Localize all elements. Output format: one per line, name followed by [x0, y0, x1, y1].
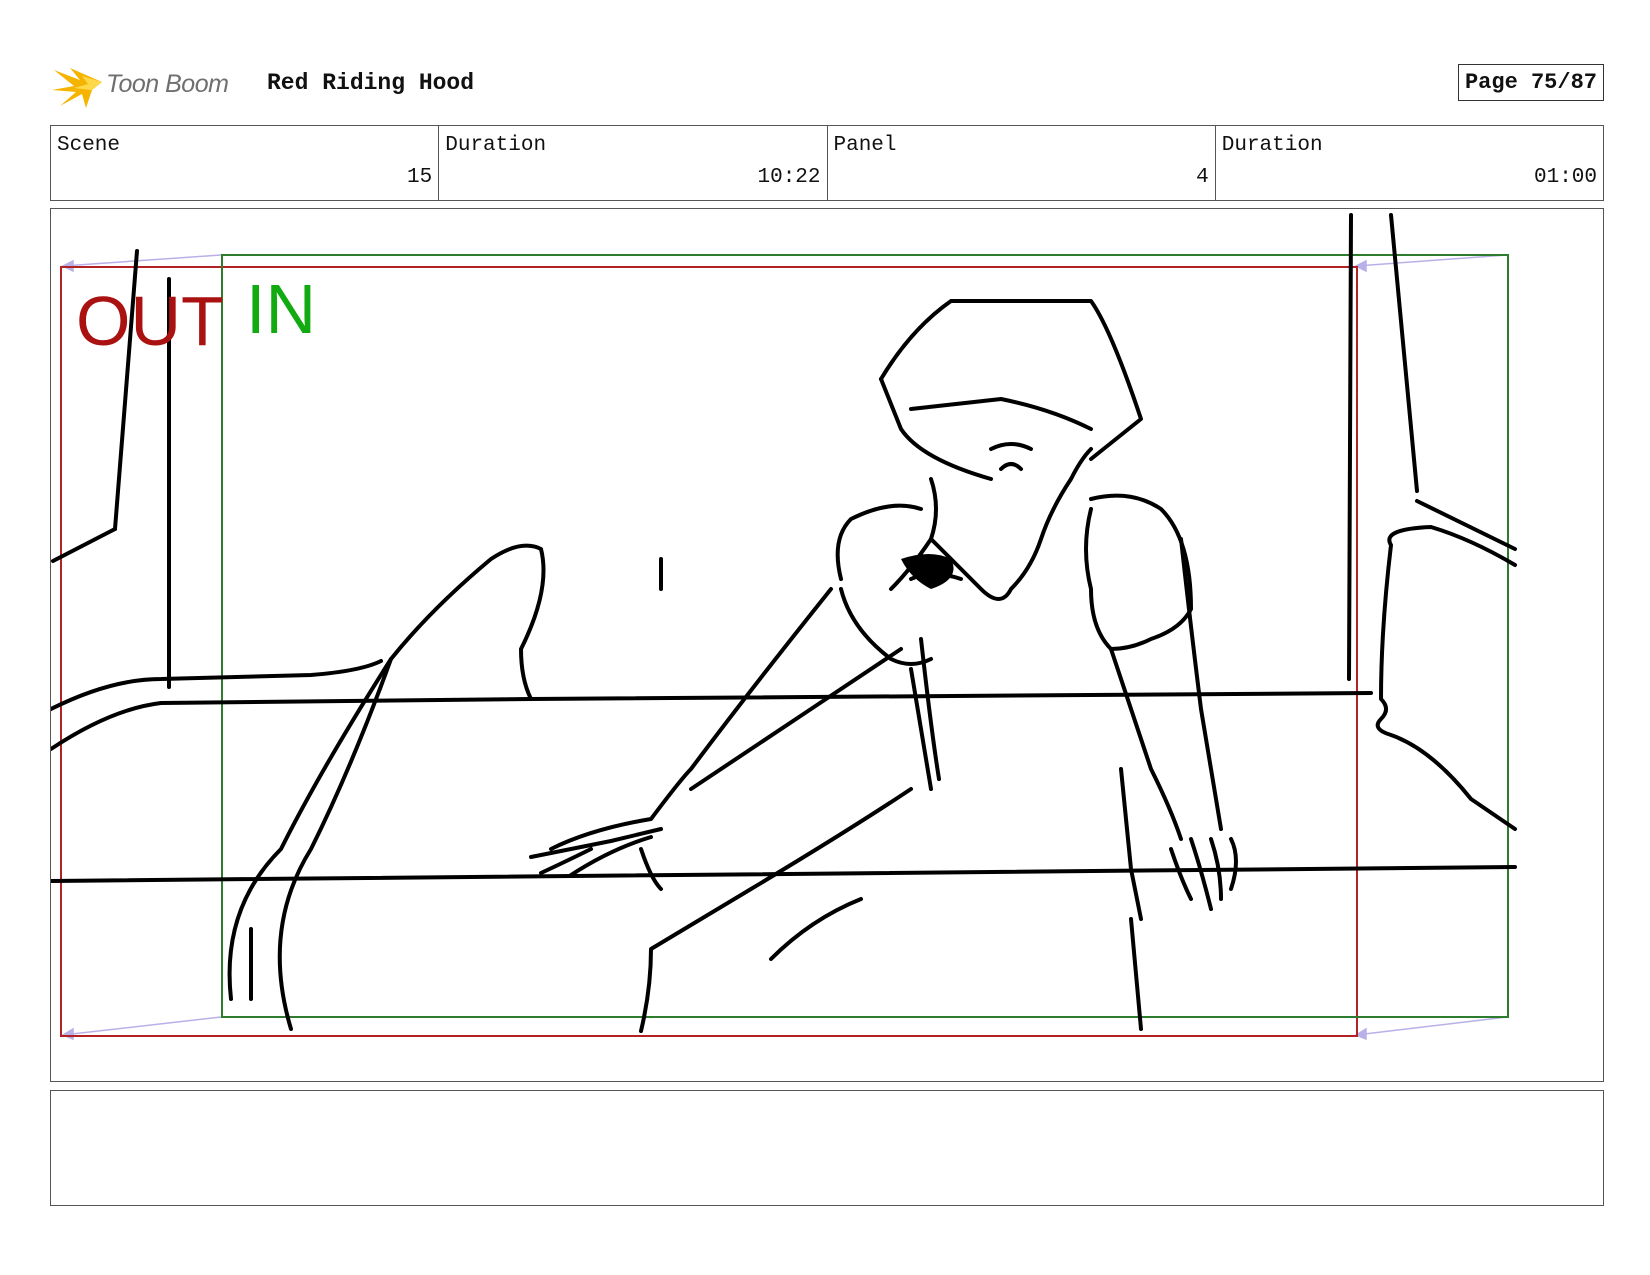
shot-info-row: Scene 15 Duration 10:22 Panel 4 Duration… [50, 125, 1604, 201]
panel-duration-value: 01:00 [1533, 166, 1597, 189]
scene-duration-cell: Duration 10:22 [439, 126, 828, 200]
scene-duration-label: Duration [445, 134, 547, 157]
starburst-icon [52, 68, 102, 108]
panel-label: Panel [833, 134, 897, 157]
logo-text: Toon Boom [106, 70, 229, 98]
toon-boom-logo: Toon Boom [52, 60, 252, 110]
scene-duration-value: 10:22 [757, 166, 821, 189]
page-indicator: Page 75/87 [1457, 64, 1604, 101]
out-frame [60, 266, 1358, 1037]
scene-cell: Scene 15 [51, 126, 440, 200]
storyboard-header: Toon Boom Red Riding Hood Page 75/87 [52, 56, 1604, 112]
panel-value: 4 [1196, 166, 1209, 189]
scene-value: 15 [407, 166, 433, 189]
panel-cell: Panel 4 [828, 126, 1216, 200]
project-title: Red Riding Hood [267, 70, 475, 96]
panel-duration-label: Duration [1221, 134, 1323, 157]
in-frame-label: IN [246, 270, 316, 348]
storyboard-panel: OUT IN [50, 208, 1604, 1082]
out-frame-label: OUT [76, 282, 224, 360]
panel-duration-cell: Duration 01:00 [1216, 126, 1603, 200]
scene-label: Scene [57, 134, 121, 157]
panel-notes [50, 1090, 1604, 1206]
